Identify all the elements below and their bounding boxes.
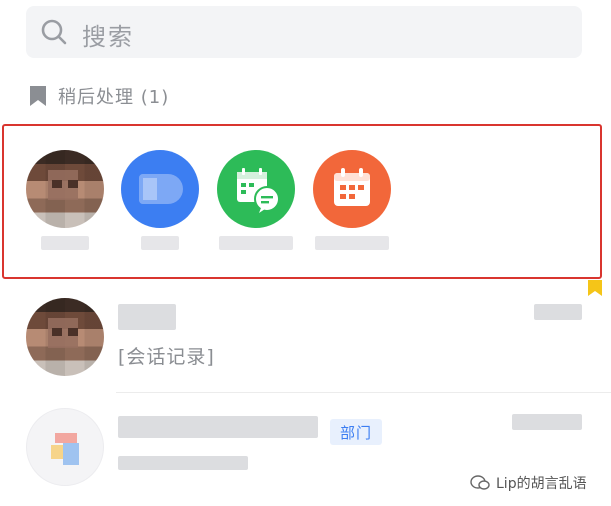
search-placeholder: 搜索 (82, 23, 134, 51)
chat-app-icon (121, 150, 199, 228)
group-name-blurred (118, 416, 318, 438)
search-icon (41, 19, 67, 45)
group-avatar (26, 408, 104, 486)
conversation-row[interactable]: [会话记录] (0, 284, 611, 394)
quick-item-caption (219, 236, 293, 250)
message-preview-blurred (118, 456, 248, 470)
search-bar[interactable]: 搜索 (26, 6, 582, 58)
timestamp-blurred (512, 414, 582, 430)
calendar-icon (313, 150, 391, 228)
later-section-header: 稍后处理 (1) (28, 82, 169, 110)
quick-item-caption (141, 236, 179, 250)
contact-name-blurred (118, 304, 176, 330)
quick-item-caption (41, 236, 89, 250)
person-avatar (26, 298, 104, 376)
person-avatar (26, 150, 104, 228)
quick-item-chat-app[interactable] (121, 150, 199, 260)
section-title: 稍后处理 (1) (58, 87, 170, 108)
wechat-icon (470, 475, 490, 490)
timestamp-blurred (534, 304, 582, 320)
row-divider (116, 392, 611, 393)
bookmark-icon (30, 86, 46, 106)
watermark-text: Lip的胡言乱语 (496, 476, 587, 492)
calendar-chat-icon (217, 150, 295, 228)
watermark: Lip的胡言乱语 (470, 472, 587, 494)
quick-item-calendar[interactable] (313, 150, 391, 260)
department-badge: 部门 (330, 419, 382, 445)
quick-item-caption (315, 236, 389, 250)
quick-item-person[interactable] (26, 150, 104, 260)
quick-item-calendar-chat[interactable] (217, 150, 295, 260)
conversation-preview: [会话记录] (118, 346, 215, 368)
